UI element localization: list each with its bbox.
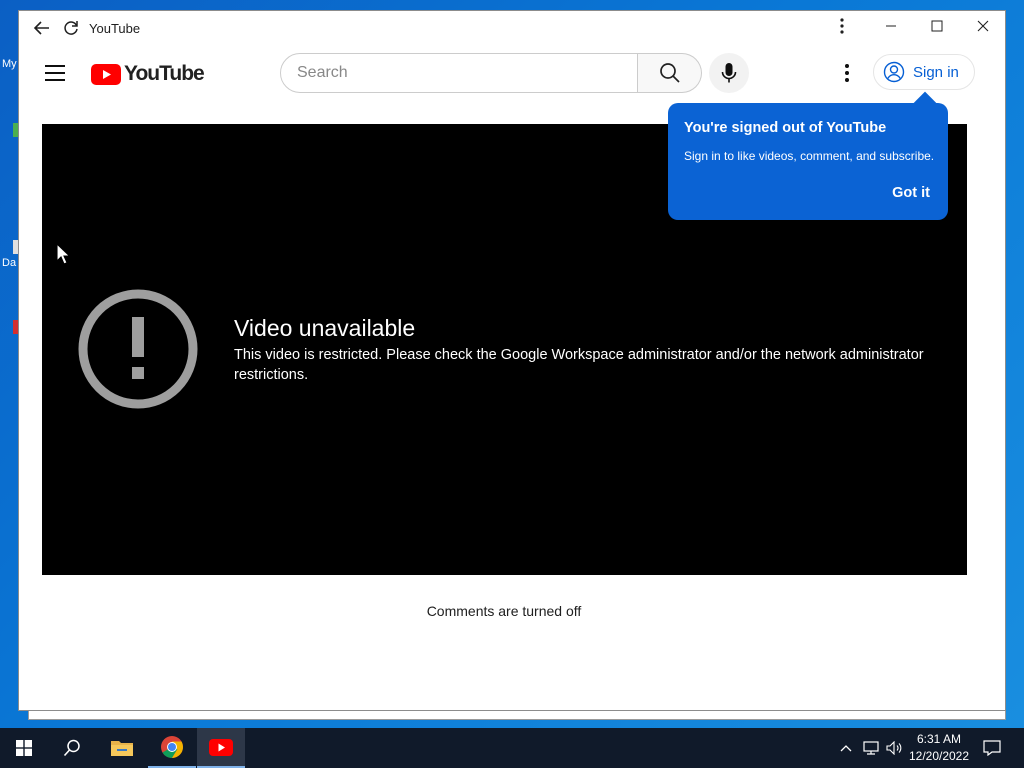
search-input[interactable] <box>280 53 638 93</box>
youtube-play-logo-icon <box>91 63 121 85</box>
minimize-button[interactable] <box>868 11 914 41</box>
action-center-button[interactable] <box>978 728 1006 768</box>
maximize-button[interactable] <box>914 11 960 41</box>
clock-date: 12/20/2022 <box>908 749 970 763</box>
youtube-header: YouTube Sign in <box>19 49 1005 97</box>
taskbar-chrome[interactable] <box>148 728 196 768</box>
desktop-icon-label: Da <box>2 257 17 269</box>
settings-menu-button[interactable] <box>831 57 863 89</box>
more-vert-icon <box>840 18 844 34</box>
menu-line <box>45 79 65 81</box>
menu-line <box>45 65 65 67</box>
back-arrow-icon <box>33 21 49 35</box>
taskbar-clock[interactable]: 6:31 AM 12/20/2022 <box>904 731 974 765</box>
voice-search-button[interactable] <box>709 53 749 93</box>
back-button[interactable] <box>29 15 55 41</box>
popup-body: Sign in to like videos, comment, and sub… <box>684 149 935 163</box>
taskbar-youtube-app[interactable] <box>197 728 245 768</box>
search-icon <box>63 739 80 757</box>
desktop-icon-label: My <box>2 58 17 70</box>
close-icon <box>977 20 989 32</box>
clock-time: 6:31 AM <box>916 732 962 746</box>
comments-status: Comments are turned off <box>426 603 582 619</box>
mouse-cursor-icon <box>56 243 70 265</box>
taskbar-search-button[interactable] <box>48 728 96 768</box>
reload-icon <box>64 21 78 35</box>
signed-out-popup: You're signed out of YouTube Sign in to … <box>668 91 948 220</box>
sign-in-button[interactable]: Sign in <box>873 54 975 90</box>
chrome-icon <box>161 736 183 758</box>
speaker-icon <box>886 741 902 755</box>
minimize-icon <box>886 25 896 27</box>
youtube-logo-text: YouTube <box>124 62 205 85</box>
popup-title: You're signed out of YouTube <box>684 120 887 136</box>
volume-button[interactable] <box>884 728 906 768</box>
app-window: YouTube YouTube Search Sign in Video una… <box>18 10 1006 711</box>
menu-line <box>45 72 65 74</box>
taskbar-file-explorer[interactable] <box>98 728 146 768</box>
search-button[interactable] <box>638 53 702 93</box>
search-icon <box>659 63 680 83</box>
close-button[interactable] <box>960 11 1006 41</box>
account-circle-icon <box>883 61 905 83</box>
window-title: YouTube <box>89 21 141 36</box>
error-message: This video is restricted. Please check t… <box>234 347 924 383</box>
sign-in-label: Sign in <box>913 63 959 81</box>
start-button[interactable] <box>0 728 48 768</box>
notification-icon <box>983 740 1001 756</box>
got-it-button[interactable]: Got it <box>892 185 930 201</box>
taskbar: 6:31 AM 12/20/2022 <box>0 728 1024 768</box>
background-window-edge <box>28 711 1006 720</box>
folder-icon <box>111 741 133 756</box>
error-title: Video unavailable <box>234 315 416 341</box>
more-vert-icon <box>845 64 849 82</box>
title-bar: YouTube <box>19 11 1005 45</box>
guide-menu-button[interactable] <box>41 59 69 87</box>
youtube-logo[interactable]: YouTube <box>91 62 205 86</box>
network-button[interactable] <box>860 728 882 768</box>
reload-button[interactable] <box>58 15 84 41</box>
windows-logo-icon <box>16 740 32 756</box>
youtube-icon <box>209 738 233 756</box>
app-menu-button[interactable] <box>819 11 865 41</box>
network-icon <box>863 741 879 755</box>
microphone-icon <box>721 63 737 83</box>
chevron-up-icon <box>840 745 852 752</box>
show-hidden-icons-button[interactable] <box>836 728 856 768</box>
maximize-icon <box>931 20 943 32</box>
error-exclamation-icon <box>78 289 198 409</box>
